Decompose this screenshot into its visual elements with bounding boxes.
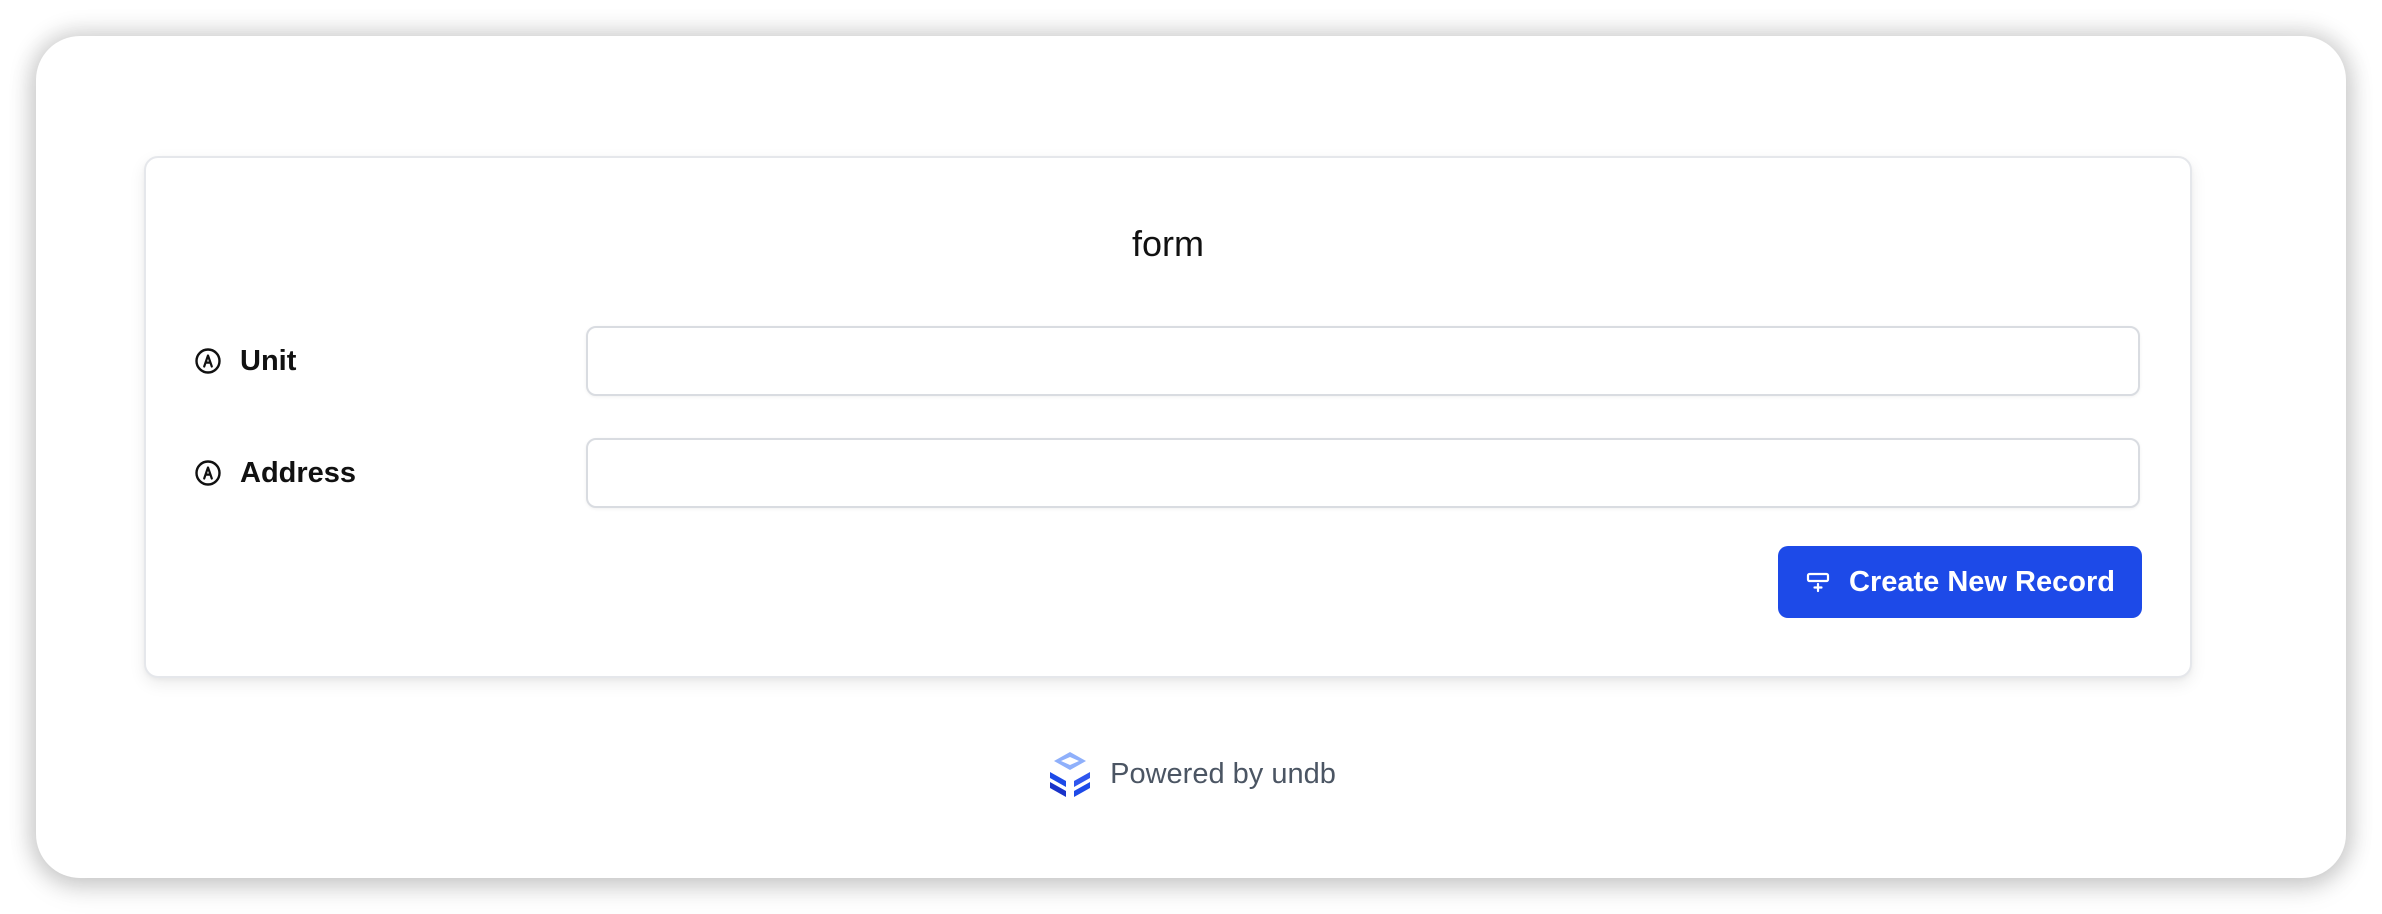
- field-row-unit: Unit: [194, 326, 2142, 396]
- page: form Unit Address Create New Record Powe…: [0, 0, 2382, 914]
- field-label-text: Address: [240, 456, 357, 489]
- field-label-address: Address: [194, 438, 356, 508]
- field-label-text: Unit: [240, 344, 297, 377]
- field-row-address: Address: [194, 438, 2142, 508]
- create-record-button[interactable]: Create New Record: [1778, 546, 2142, 618]
- footer: Powered by undb: [36, 750, 2346, 798]
- form-title: form: [1132, 223, 1204, 264]
- field-label-unit: Unit: [194, 326, 296, 396]
- create-record-label: Create New Record: [1849, 565, 2115, 598]
- unit-input[interactable]: [586, 326, 2140, 396]
- string-field-icon: [194, 459, 222, 487]
- form-card: form Unit Address Create New Record: [144, 156, 2192, 678]
- string-field-icon: [194, 347, 222, 375]
- address-input[interactable]: [586, 438, 2140, 508]
- form-window: form Unit Address Create New Record Powe…: [36, 36, 2346, 878]
- powered-by-text[interactable]: Powered by undb: [1110, 758, 1336, 791]
- add-record-icon: [1805, 569, 1831, 595]
- undb-logo-icon[interactable]: [1046, 750, 1094, 798]
